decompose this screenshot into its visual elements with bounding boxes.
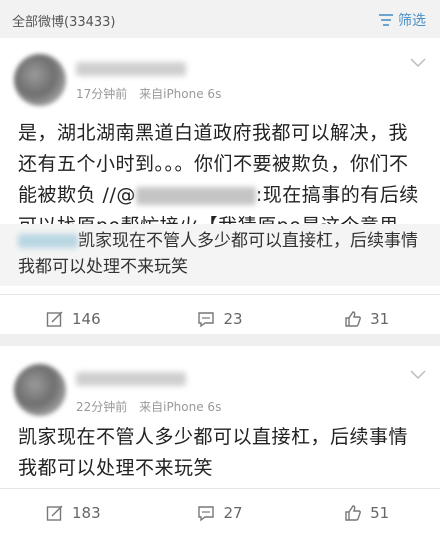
username-redacted xyxy=(76,62,186,76)
post-source: 来自iPhone 6s xyxy=(139,87,222,101)
post-source: 来自iPhone 6s xyxy=(139,400,222,414)
comment-icon xyxy=(198,312,215,328)
filter-label: 筛选 xyxy=(398,13,426,29)
post-meta: 22分钟前 来自iPhone 6s xyxy=(76,398,221,415)
post-actions: 146 23 31 xyxy=(0,294,440,343)
post-time: 17分钟前 xyxy=(76,87,128,101)
comment-button[interactable]: 27 xyxy=(147,489,294,537)
repost-button[interactable]: 146 xyxy=(0,295,147,343)
username-redacted xyxy=(76,372,186,386)
comment-icon xyxy=(198,506,215,522)
comment-button[interactable]: 23 xyxy=(147,295,294,343)
like-count: 51 xyxy=(370,504,390,522)
repost-icon xyxy=(46,505,63,521)
chevron-down-icon[interactable] xyxy=(410,370,426,380)
repost-body: 凯家现在不管人多少都可以直接杠，后续事情我都可以处理不来玩笑 xyxy=(18,228,426,280)
mention-redacted[interactable] xyxy=(135,186,256,205)
thumbs-up-icon xyxy=(345,505,362,521)
post-body: 凯家现在不管人多少都可以直接杠，后续事情我都可以处理不来玩笑 xyxy=(18,426,409,479)
like-button[interactable]: 31 xyxy=(293,295,440,343)
chevron-down-icon[interactable] xyxy=(410,58,426,68)
filter-icon xyxy=(379,14,393,26)
post-meta: 17分钟前 来自iPhone 6s xyxy=(76,85,221,102)
all-weibo-count[interactable]: 全部微博(33433) xyxy=(12,11,116,30)
post-actions: 183 27 51 xyxy=(0,488,440,537)
avatar[interactable] xyxy=(14,54,66,106)
avatar[interactable] xyxy=(14,364,66,416)
comment-count: 27 xyxy=(223,504,243,522)
like-button[interactable]: 51 xyxy=(293,489,440,537)
repost-count: 183 xyxy=(72,504,101,522)
like-count: 31 xyxy=(370,310,390,328)
weibo-post[interactable]: 22分钟前 来自iPhone 6s 凯家现在不管人多少都可以直接杠，后续事情我都… xyxy=(0,346,440,539)
repost-icon xyxy=(46,311,63,327)
repost-author-redacted[interactable] xyxy=(18,234,78,248)
comment-count: 23 xyxy=(223,310,243,328)
filter-button[interactable]: 筛选 xyxy=(378,10,426,30)
reposted-content[interactable]: 凯家现在不管人多少都可以直接杠，后续事情我都可以处理不来玩笑 xyxy=(0,224,440,286)
top-bar: 全部微博(33433) 筛选 xyxy=(0,0,440,38)
repost-text: 凯家现在不管人多少都可以直接杠，后续事情我都可以处理不来玩笑 xyxy=(18,231,418,277)
repost-button[interactable]: 183 xyxy=(0,489,147,537)
post-time: 22分钟前 xyxy=(76,400,128,414)
weibo-post[interactable]: 17分钟前 来自iPhone 6s 是，湖北湖南黑道白道政府我都可以解决，我还有… xyxy=(0,38,440,334)
repost-count: 146 xyxy=(72,310,101,328)
thumbs-up-icon xyxy=(345,311,362,327)
